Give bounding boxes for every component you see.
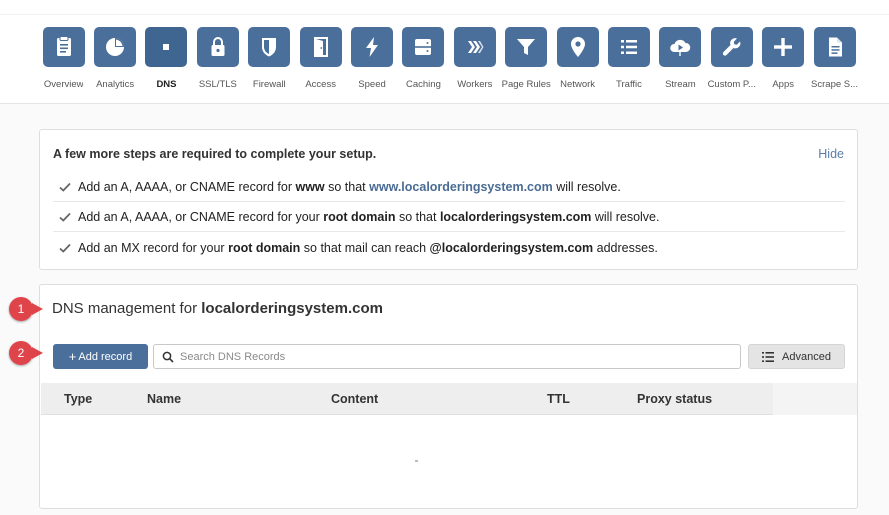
plus-icon [762,27,805,67]
top-divider [0,14,889,15]
loading-indicator [415,460,418,462]
nav-item-workers[interactable]: Workers [449,27,500,90]
step-text: Add an MX record for your root domain so… [78,240,658,255]
clipboard-icon [42,27,85,67]
column-header-type[interactable]: Type [64,392,92,406]
nav-label: Access [305,79,336,90]
nav-item-ssl-tls[interactable]: SSL/TLS [192,27,243,90]
setup-steps-card: A few more steps are required to complet… [39,129,858,270]
check-icon [59,212,71,222]
search-icon [162,351,174,363]
nav-label: SSL/TLS [198,79,237,90]
hide-link[interactable]: Hide [818,147,844,161]
nav-item-firewall[interactable]: Firewall [244,27,295,90]
shield-icon [248,27,291,67]
search-input[interactable] [180,350,720,363]
nav-label: Network [560,79,596,90]
workers-icon [453,27,496,67]
nav-label: Firewall [252,79,286,90]
nav-item-traffic[interactable]: Traffic [603,27,654,90]
nav-item-speed[interactable]: Speed [346,27,397,90]
pie-chart-icon [94,27,137,67]
wrench-icon [710,27,753,67]
nav-item-network[interactable]: Network [552,27,603,90]
nav-item-apps[interactable]: Apps [757,27,808,90]
nav-label: Scrape S... [811,79,859,90]
list-icon [762,351,775,362]
lightning-icon [351,27,394,67]
nav-label: Caching [406,79,441,90]
step-text: Add an A, AAAA, or CNAME record for www … [78,180,621,194]
nav-item-analytics[interactable]: Analytics [89,27,140,90]
plus-icon: + [68,349,77,364]
nav-label: Analytics [96,79,135,90]
column-header-proxy-status[interactable]: Proxy status [637,392,712,406]
add-record-label: Add record [78,350,133,363]
nav-label: Overview [43,79,84,90]
nav-item-scrape-shield[interactable]: Scrape S... [809,27,860,90]
nav-label: Apps [772,79,794,90]
column-header-ttl[interactable]: TTL [547,392,570,406]
location-pin-icon [556,27,599,67]
nav-item-page-rules[interactable]: Page Rules [501,27,552,90]
dns-title: DNS management for localorderingsystem.c… [52,300,383,317]
nav-label: Workers [457,79,493,90]
check-icon [59,243,71,253]
door-icon [299,27,342,67]
dns-icon [145,27,188,67]
nav-item-dns[interactable]: DNS [141,27,192,90]
column-header-name[interactable]: Name [147,392,181,406]
dns-table-header: Type Name Content TTL Proxy status [41,383,857,415]
setup-step: Add an A, AAAA, or CNAME record for your… [53,203,845,232]
nav-label: Stream [665,79,696,90]
column-header-content[interactable]: Content [331,392,378,406]
nav-item-custom-pages[interactable]: Custom P... [706,27,757,90]
lock-icon [196,27,239,67]
setup-title: A few more steps are required to complet… [53,147,377,161]
nav-label: DNS [156,79,177,90]
step-text: Add an A, AAAA, or CNAME record for your… [78,210,660,224]
list-icon [607,27,650,67]
setup-step: Add an MX record for your root domain so… [53,233,845,262]
nav-item-stream[interactable]: Stream [655,27,706,90]
header-filler [773,383,857,415]
cloud-play-icon [659,27,702,67]
advanced-button[interactable]: Advanced [748,344,845,369]
document-icon [813,27,856,67]
app-nav: Overview Analytics DNS SSL/TLS Firewall [38,27,860,90]
nav-label: Traffic [616,79,642,90]
callout-badge-2: 2 [9,341,33,365]
nav-item-overview[interactable]: Overview [38,27,89,90]
nav-label: Page Rules [501,79,551,90]
advanced-label: Advanced [782,350,831,363]
nav-label: Custom P... [707,79,756,90]
filter-icon [505,27,548,67]
nav-item-caching[interactable]: Caching [398,27,449,90]
callout-arrow-icon [32,303,43,315]
search-box[interactable] [153,344,741,369]
server-icon [402,27,445,67]
top-navigation-bar: Overview Analytics DNS SSL/TLS Firewall [0,0,889,104]
callout-badge-1: 1 [9,297,33,321]
dns-management-card: DNS management for localorderingsystem.c… [39,284,858,509]
nav-label: Speed [358,79,386,90]
callout-arrow-icon [32,347,43,359]
setup-step: Add an A, AAAA, or CNAME record for www … [53,173,845,202]
add-record-button[interactable]: + Add record [53,344,148,369]
check-icon [59,182,71,192]
nav-item-access[interactable]: Access [295,27,346,90]
